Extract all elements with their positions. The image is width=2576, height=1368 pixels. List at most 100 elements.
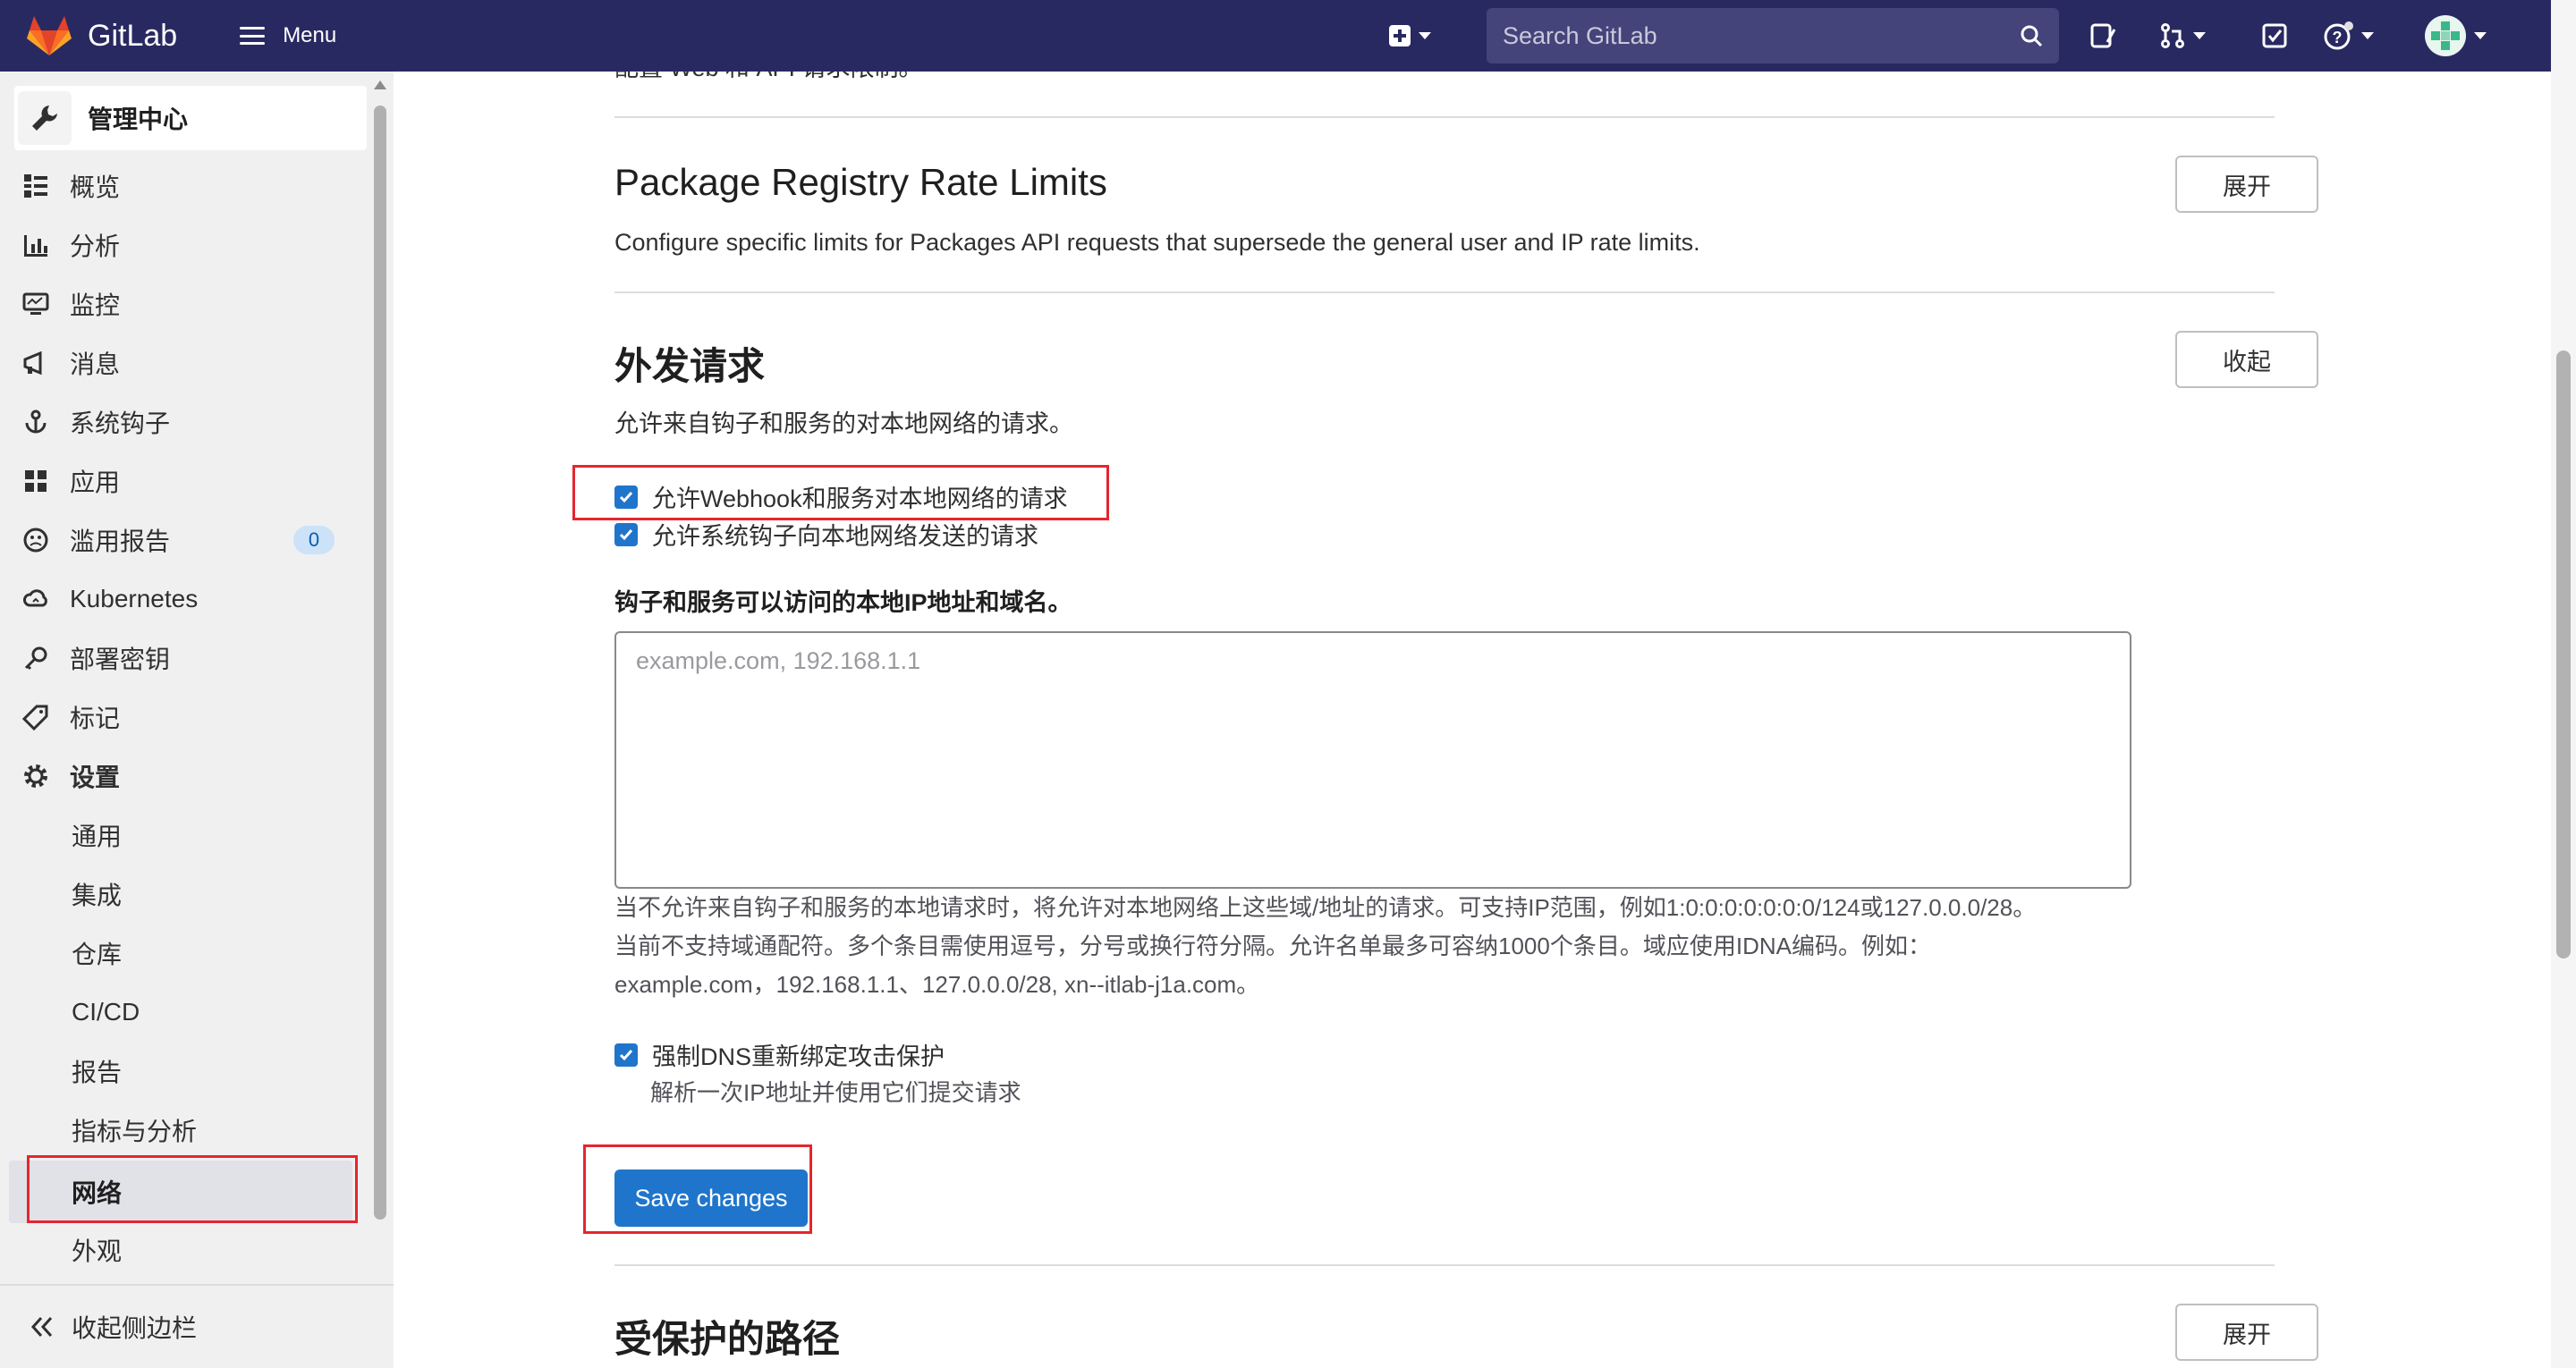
search-input[interactable]	[1503, 21, 2020, 50]
chevron-down-icon	[1419, 32, 1431, 39]
hook-icon	[18, 404, 54, 440]
help-dropdown[interactable]: ?	[2324, 0, 2374, 72]
protected-paths-title: 受保护的路径	[614, 1318, 841, 1360]
sidebar-item-label: 消息	[70, 350, 121, 378]
checkbox-checked-icon[interactable]	[614, 522, 638, 546]
abuse-count-badge: 0	[293, 526, 335, 554]
analytics-icon	[18, 227, 54, 263]
create-new-dropdown[interactable]	[1388, 0, 1431, 72]
checkbox-label: 强制DNS重新绑定攻击保护	[652, 1043, 945, 1070]
merge-requests-dropdown[interactable]	[2159, 0, 2206, 72]
todos-button[interactable]	[2261, 0, 2288, 72]
collapse-sidebar-label: 收起侧边栏	[72, 1314, 198, 1342]
overview-icon	[18, 168, 54, 204]
sidebar-subitem-reporting[interactable]: 报告	[72, 1046, 122, 1096]
allowlist-help-line-3: example.com，192.168.1.1、127.0.0.0/28, xn…	[614, 971, 1260, 998]
outbound-collapse-button[interactable]: 收起	[2175, 331, 2318, 388]
sidebar-subitem-appearance[interactable]: 外观	[72, 1225, 122, 1275]
sidebar-item-monitor[interactable]: 监控	[18, 279, 367, 329]
menu-button[interactable]: Menu	[240, 23, 336, 48]
highlight-box-webhook-checkbox	[572, 465, 1109, 520]
sidebar-item-label: 监控	[70, 291, 121, 319]
sidebar-item-label: 标记	[70, 705, 121, 732]
allowlist-help-line-1: 当不允许来自钩子和服务的本地请求时，将允许对本地网络上这些域/地址的请求。可支持…	[614, 894, 2037, 921]
gitlab-home-link[interactable]: GitLab	[27, 16, 177, 55]
sidebar-item-system-hooks[interactable]: 系统钩子	[18, 397, 367, 447]
applications-icon	[18, 463, 54, 499]
sidebar-item-label: 应用	[70, 469, 121, 496]
sidebar-item-label: 系统钩子	[70, 410, 171, 437]
allowlist-help-line-2: 当前不支持域通配符。多个条目需使用逗号，分号或换行符分隔。允许名单最多可容纳10…	[614, 933, 1931, 959]
main-content: 配置 Web 和 API 请求限制。 Package Registry Rate…	[394, 72, 2551, 1368]
chevron-down-icon	[2193, 32, 2206, 39]
sidebar-subitem-repository[interactable]: 仓库	[72, 928, 122, 978]
checkbox-checked-icon[interactable]	[614, 1043, 638, 1067]
sidebar-item-label: 滥用报告	[70, 528, 171, 555]
section-divider	[614, 116, 2275, 118]
sidebar-item-kubernetes[interactable]: Kubernetes	[18, 574, 367, 624]
page-scrollbar-thumb[interactable]	[2556, 350, 2571, 958]
issues-button[interactable]	[2089, 0, 2116, 72]
sidebar-item-label: 部署密钥	[70, 646, 171, 673]
menu-label: Menu	[283, 23, 337, 47]
previous-section-description: 配置 Web 和 API 请求限制。	[614, 72, 923, 83]
brand-name: GitLab	[88, 18, 178, 53]
sidebar-item-labels[interactable]: 标记	[18, 692, 367, 742]
outbound-requests-title: 外发请求	[614, 345, 766, 387]
monitor-icon	[18, 286, 54, 322]
sidebar-item-deploy-keys[interactable]: 部署密钥	[18, 633, 367, 683]
section-divider	[614, 1264, 2275, 1266]
dns-rebinding-checkbox-row[interactable]: 强制DNS重新绑定攻击保护	[614, 1037, 945, 1072]
chevron-down-icon	[2474, 32, 2487, 39]
gitlab-logo-icon	[27, 16, 72, 55]
sidebar-scrollbar-thumb[interactable]	[374, 106, 386, 1220]
highlight-box-network	[27, 1155, 358, 1223]
key-icon	[18, 640, 54, 676]
hamburger-icon	[240, 27, 266, 45]
issues-icon	[2090, 23, 2116, 48]
protected-paths-expand-button[interactable]: 展开	[2175, 1304, 2318, 1361]
highlight-box-save	[583, 1144, 812, 1234]
sidebar-subitem-metrics[interactable]: 指标与分析	[72, 1105, 197, 1155]
chevron-down-icon	[2361, 32, 2374, 39]
package-rate-limits-title: Package Registry Rate Limits	[614, 161, 1107, 203]
user-avatar-icon	[2425, 15, 2466, 56]
sidebar-item-label: 概览	[70, 173, 121, 201]
sidebar-item-label: Kubernetes	[70, 585, 199, 612]
user-menu[interactable]	[2424, 0, 2487, 72]
sidebar-item-messages[interactable]: 消息	[18, 338, 367, 388]
scroll-up-arrow-icon[interactable]	[372, 79, 388, 91]
sidebar-item-analytics[interactable]: 分析	[18, 220, 367, 270]
package-expand-button[interactable]: 展开	[2175, 156, 2318, 213]
sidebar-item-abuse-reports[interactable]: 滥用报告 0	[18, 515, 367, 565]
sidebar-subitem-general[interactable]: 通用	[72, 810, 122, 860]
sidebar: 管理中心 概览 分析 监控 消息 系统钩子 应用 滥用报告 0 Kubernet…	[0, 72, 394, 1368]
double-chevron-left-icon	[30, 1316, 53, 1338]
section-divider	[614, 291, 2275, 293]
todos-icon	[2262, 23, 2287, 48]
checkbox-label: 允许系统钩子向本地网络发送的请求	[652, 523, 1038, 550]
allowlist-textarea[interactable]	[614, 631, 2131, 889]
label-icon	[18, 699, 54, 735]
sidebar-item-overview[interactable]: 概览	[18, 161, 367, 211]
sidebar-subitem-integrations[interactable]: 集成	[72, 869, 122, 919]
sidebar-context-header[interactable]: 管理中心	[14, 86, 367, 150]
package-rate-limits-description: Configure specific limits for Packages A…	[614, 229, 1700, 256]
sidebar-context-title: 管理中心	[88, 106, 189, 133]
merge-requests-icon	[2161, 23, 2184, 48]
settings-icon	[18, 758, 54, 794]
messages-icon	[18, 345, 54, 381]
admin-wrench-icon	[18, 91, 72, 145]
collapse-sidebar-button[interactable]: 收起侧边栏	[0, 1284, 394, 1368]
abuse-icon	[18, 522, 54, 558]
search-box[interactable]	[1487, 8, 2059, 63]
sidebar-item-settings[interactable]: 设置	[18, 751, 367, 801]
search-icon[interactable]	[2020, 24, 2043, 47]
sidebar-subitem-cicd[interactable]: CI/CD	[72, 987, 140, 1037]
kubernetes-icon	[18, 581, 54, 617]
allow-system-hooks-local-checkbox-row[interactable]: 允许系统钩子向本地网络发送的请求	[614, 517, 1038, 552]
svg-text:?: ?	[2333, 29, 2343, 46]
sidebar-item-label: 设置	[70, 764, 121, 791]
sidebar-item-applications[interactable]: 应用	[18, 456, 367, 506]
outbound-requests-description: 允许来自钩子和服务的对本地网络的请求。	[614, 410, 1073, 437]
